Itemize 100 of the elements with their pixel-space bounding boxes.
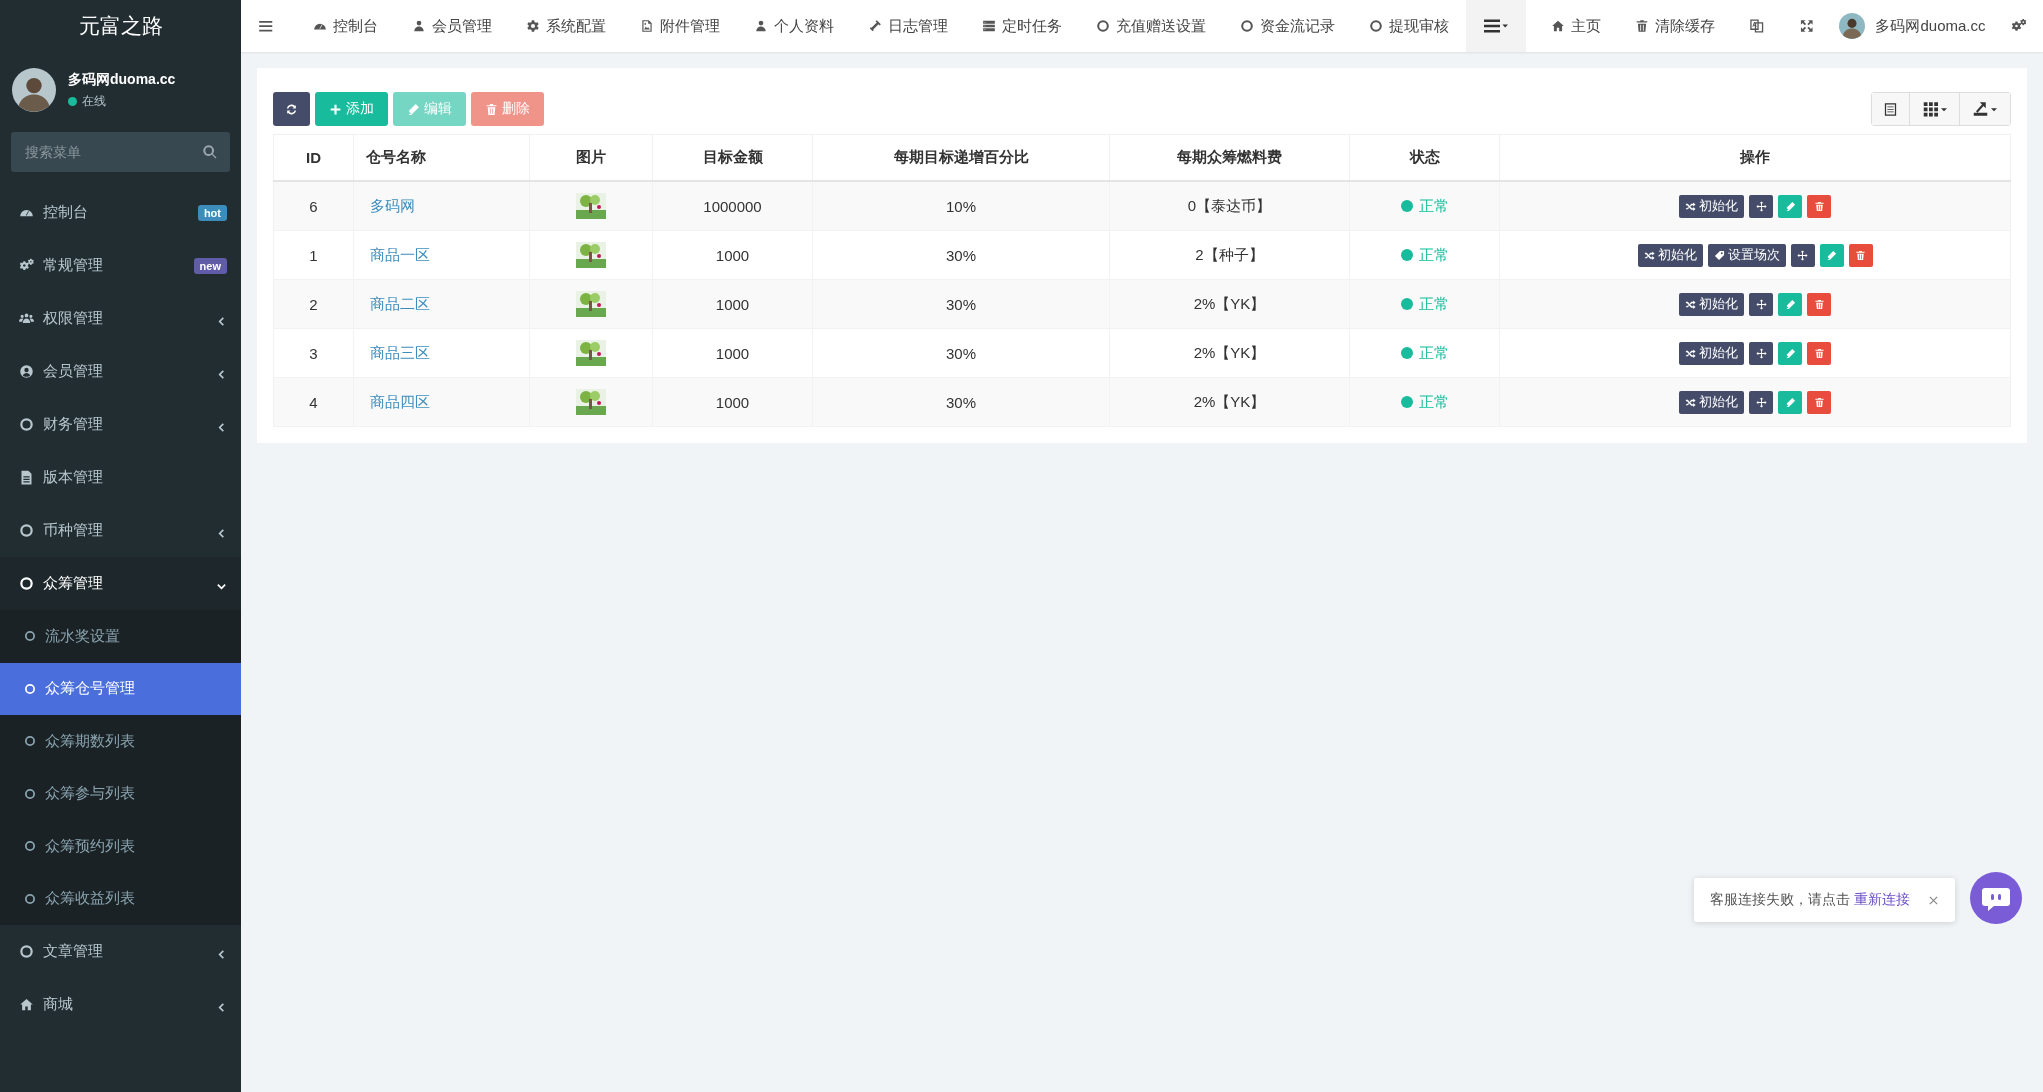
submenu-item[interactable]: 众筹期数列表	[0, 715, 241, 768]
file-icon	[19, 470, 34, 485]
menu-dropdown[interactable]	[1466, 0, 1527, 52]
grid-icon	[1921, 100, 1948, 118]
home-icon	[19, 997, 34, 1012]
pencil-icon	[1826, 249, 1837, 261]
menu-item[interactable]: 文章管理	[0, 925, 241, 978]
table-cell: 2%【YK】	[1109, 377, 1350, 427]
tag-icon	[1713, 249, 1725, 261]
chevron-left-icon	[216, 1002, 227, 1013]
drag-button[interactable]	[1749, 292, 1773, 316]
menu-item[interactable]: 币种管理	[0, 504, 241, 557]
toast-message: 客服连接失败，请点击	[1710, 891, 1850, 909]
name-link[interactable]: 商品二区	[370, 294, 430, 312]
table-view-button[interactable]	[1872, 93, 1910, 125]
shuffle-icon	[1685, 347, 1696, 359]
nav-tab[interactable]: 充值赠送设置	[1079, 16, 1224, 36]
translate-icon[interactable]	[1749, 18, 1765, 34]
table-cell: 0【泰达币】	[1109, 181, 1350, 231]
move-icon	[1755, 298, 1767, 310]
delete-button[interactable]	[1807, 194, 1831, 218]
menu-badge: hot	[197, 204, 227, 221]
drag-button[interactable]	[1749, 341, 1773, 365]
init-button[interactable]: 初始化	[1679, 194, 1744, 218]
gear-icon	[526, 19, 541, 33]
table-cell: 2%【YK】	[1109, 279, 1350, 329]
trash-icon	[485, 102, 498, 116]
trash-icon	[1813, 396, 1825, 408]
home-icon	[1551, 19, 1566, 33]
name-link[interactable]: 商品一区	[370, 245, 430, 263]
nav-tab[interactable]: 附件管理	[623, 16, 738, 36]
close-icon[interactable]	[1928, 894, 1939, 906]
init-button[interactable]: 初始化	[1679, 390, 1744, 414]
delete-button[interactable]	[1807, 390, 1831, 414]
name-link[interactable]: 商品四区	[370, 392, 430, 410]
nav-tab[interactable]: 个人资料	[737, 16, 852, 36]
submenu-item[interactable]: 众筹收益列表	[0, 872, 241, 925]
trash-icon	[1813, 200, 1825, 212]
users-icon	[19, 311, 34, 326]
submenu-item[interactable]: 众筹预约列表	[0, 820, 241, 873]
menu-item[interactable]: 财务管理	[0, 398, 241, 451]
drag-button[interactable]	[1790, 243, 1815, 267]
table-cell: 4	[273, 377, 354, 427]
menu-item[interactable]: 会员管理	[0, 345, 241, 398]
pencil-icon	[1784, 200, 1796, 212]
gears-icon[interactable]	[2010, 18, 2027, 34]
submenu-item[interactable]: 流水奖设置	[0, 610, 241, 663]
delete-button[interactable]	[1848, 243, 1873, 267]
chevron-down-icon	[216, 581, 227, 592]
move-icon	[1755, 396, 1767, 408]
status-label: 正常	[1400, 245, 1449, 265]
nav-tab[interactable]: 资金流记录	[1223, 16, 1353, 36]
reconnect-link[interactable]: 重新连接	[1854, 891, 1910, 909]
init-button[interactable]: 初始化	[1637, 243, 1703, 267]
table-cell: 30%	[812, 230, 1110, 280]
menu-item[interactable]: 版本管理	[0, 451, 241, 504]
drag-button[interactable]	[1749, 390, 1773, 414]
chat-icon[interactable]	[1970, 872, 2022, 924]
table-cell: 2%【YK】	[1109, 328, 1350, 378]
nav-tab[interactable]: 系统配置	[509, 16, 624, 36]
submenu-item[interactable]: 众筹参与列表	[0, 767, 241, 820]
search-field[interactable]: 搜索菜单	[11, 132, 230, 172]
delete-button[interactable]	[1807, 292, 1831, 316]
refresh-button[interactable]	[273, 92, 310, 126]
nav-tab[interactable]: 定时任务	[965, 16, 1080, 36]
status-label: 正常	[1400, 392, 1449, 412]
name-link[interactable]: 商品三区	[370, 343, 430, 361]
hammer-icon	[868, 19, 883, 33]
online-status: 在线	[68, 92, 176, 110]
fullscreen-icon[interactable]	[1799, 18, 1815, 34]
table-cell: 1000	[652, 377, 813, 427]
status-label: 正常	[1400, 343, 1449, 363]
table-cell: 30%	[812, 377, 1110, 427]
nav-tab[interactable]: 日志管理	[851, 16, 966, 36]
init-button[interactable]: 初始化	[1679, 341, 1744, 365]
user-name: 多码网duoma.cc	[68, 70, 176, 89]
menu-item[interactable]: 权限管理	[0, 292, 241, 345]
menu-item[interactable]: 控制台 hot	[0, 186, 241, 239]
nav-link[interactable]: 主页	[1534, 16, 1619, 36]
delete-button[interactable]	[1807, 341, 1831, 365]
columns-button[interactable]	[1910, 93, 1960, 125]
submenu-item[interactable]: 众筹仓号管理	[0, 662, 241, 715]
pencil-icon	[1784, 298, 1796, 310]
tasks-icon	[982, 19, 997, 33]
menu-item[interactable]: 商城	[0, 978, 241, 1031]
user-menu[interactable]: 多码网duoma.cc	[1831, 13, 1994, 39]
menu-item[interactable]: 常规管理 new	[0, 239, 241, 292]
drag-button[interactable]	[1749, 194, 1773, 218]
menu-item[interactable]: 众筹管理	[0, 557, 241, 610]
nav-link[interactable]: 清除缓存	[1618, 16, 1733, 36]
nav-tab[interactable]: 会员管理	[395, 16, 510, 36]
export-button[interactable]	[1960, 93, 2010, 125]
nav-tab[interactable]: 控制台	[296, 16, 396, 36]
nav-tab[interactable]: 提现审核	[1352, 16, 1467, 36]
schedule-button[interactable]: 设置场次	[1707, 243, 1786, 267]
name-link[interactable]: 多码网	[370, 196, 415, 214]
move-icon	[1755, 200, 1767, 212]
trash-icon	[1813, 298, 1825, 310]
pencil-icon	[407, 102, 420, 116]
init-button[interactable]: 初始化	[1679, 292, 1744, 316]
